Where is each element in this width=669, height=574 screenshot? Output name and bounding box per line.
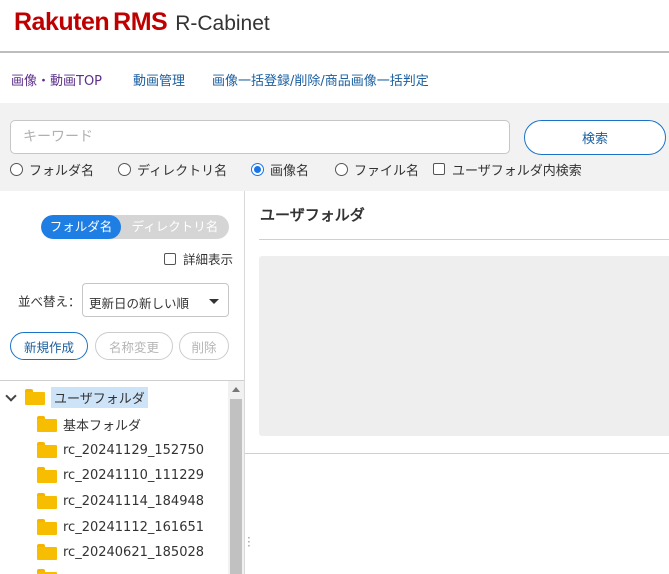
toggle-directory-name[interactable]: ディレクトリ名 — [121, 215, 229, 239]
rakuten-rms-logo[interactable]: Rakuten RMS R-Cabinet — [14, 8, 270, 40]
panel-divider[interactable] — [244, 191, 245, 574]
title-divider — [259, 239, 669, 240]
nav-link-bulk-image-operations[interactable]: 画像一括登録/削除/商品画像一括判定 — [212, 70, 429, 89]
search-option-user-folder-only[interactable]: ユーザフォルダ内検索 — [433, 159, 582, 179]
checkbox-icon[interactable] — [433, 163, 445, 175]
search-button[interactable]: 検索 — [524, 120, 666, 155]
search-option-label: ディレクトリ名 — [137, 163, 228, 179]
search-option-folder-name[interactable]: フォルダ名 — [10, 159, 94, 179]
radio-icon[interactable] — [10, 162, 23, 176]
folder-sidebar: フォルダ名 ディレクトリ名 詳細表示 並べ替え： 更新日の新しい順 新規作成 名… — [0, 191, 244, 574]
keyword-search-input[interactable] — [10, 120, 510, 154]
caret-down-icon — [209, 299, 219, 304]
search-option-file-name[interactable]: ファイル名 — [335, 159, 419, 179]
tree-item-label: rc_20241110_111229 — [63, 467, 205, 483]
logo-product-name: R-Cabinet — [175, 12, 270, 35]
tree-item[interactable]: rc_20241114_184948 — [37, 489, 204, 513]
tree-item-label: rc_20240621_185028 — [63, 544, 205, 560]
tree-item[interactable]: 基本フォルダ — [37, 412, 141, 436]
app-header: Rakuten RMS R-Cabinet — [0, 0, 669, 53]
folder-icon — [37, 416, 57, 432]
tree-item-label: 基本フォルダ — [63, 418, 142, 434]
tree-scrollbar[interactable] — [228, 381, 244, 574]
radio-icon[interactable] — [118, 162, 131, 176]
folder-icon — [25, 389, 45, 405]
search-option-label: 画像名 — [270, 163, 310, 179]
search-option-label: フォルダ名 — [29, 163, 95, 179]
sort-select[interactable]: 更新日の新しい順 — [82, 283, 229, 317]
create-folder-button[interactable]: 新規作成 — [10, 332, 88, 360]
folder-content-area — [259, 256, 669, 436]
scroll-up-arrow-icon[interactable] — [232, 387, 240, 392]
folder-tree: ユーザフォルダ 基本フォルダ rc_20241129_152750 rc_202… — [0, 380, 244, 574]
tree-item-root[interactable]: ユーザフォルダ — [5, 385, 148, 409]
checkbox-icon[interactable] — [164, 252, 176, 265]
tree-item-label: ユーザフォルダ — [51, 386, 148, 408]
view-mode-toggle[interactable]: フォルダ名 ディレクトリ名 — [41, 215, 229, 239]
delete-folder-button[interactable]: 削除 — [179, 332, 229, 360]
folder-icon — [37, 544, 57, 560]
tree-item-partial[interactable] — [37, 565, 63, 574]
logo-rms: RMS — [113, 8, 168, 36]
search-option-label: ユーザフォルダ内検索 — [452, 163, 582, 179]
tree-item[interactable]: rc_20241110_111229 — [37, 463, 204, 487]
resize-grip-icon[interactable]: · · · — [247, 532, 251, 552]
folder-title: ユーザフォルダ — [260, 206, 365, 224]
search-area: 検索 フォルダ名 ディレクトリ名 画像名 ファイル名 ユーザフォルダ内検索 — [0, 103, 669, 191]
sort-selected-value: 更新日の新しい順 — [89, 296, 190, 311]
tree-item-label: rc_20241114_184948 — [63, 493, 205, 509]
tree-item-label: rc_20241129_152750 — [63, 442, 205, 458]
folder-icon — [37, 519, 57, 535]
logo-brand: Rakuten — [14, 8, 110, 36]
top-nav: 画像・動画TOP 動画管理 画像一括登録/削除/商品画像一括判定 — [0, 55, 669, 103]
folder-icon — [37, 467, 57, 483]
toggle-folder-name[interactable]: フォルダ名 — [41, 215, 121, 239]
search-option-label: ファイル名 — [354, 163, 420, 179]
detail-view-checkbox[interactable]: 詳細表示 — [164, 249, 233, 268]
sort-label: 並べ替え： — [18, 294, 81, 309]
nav-link-video-management[interactable]: 動画管理 — [133, 70, 185, 89]
folder-icon — [37, 493, 57, 509]
tree-item[interactable]: rc_20240621_185028 — [37, 540, 204, 564]
radio-icon[interactable] — [335, 162, 348, 176]
search-option-directory-name[interactable]: ディレクトリ名 — [118, 159, 227, 179]
nav-link-image-video-top[interactable]: 画像・動画TOP — [11, 70, 102, 89]
search-option-image-name[interactable]: 画像名 — [251, 159, 309, 179]
tree-item-label: rc_20241112_161651 — [63, 519, 205, 535]
scrollbar-thumb[interactable] — [230, 399, 242, 574]
detail-view-label: 詳細表示 — [183, 252, 234, 267]
tree-item[interactable]: rc_20241129_152750 — [37, 438, 204, 462]
chevron-down-icon[interactable] — [5, 391, 17, 403]
rename-folder-button[interactable]: 名称変更 — [95, 332, 173, 360]
tree-item[interactable]: rc_20241112_161651 — [37, 515, 204, 539]
radio-checked-icon[interactable] — [251, 162, 264, 176]
folder-icon — [37, 442, 57, 458]
content-divider — [245, 453, 669, 454]
folder-icon — [37, 569, 57, 574]
